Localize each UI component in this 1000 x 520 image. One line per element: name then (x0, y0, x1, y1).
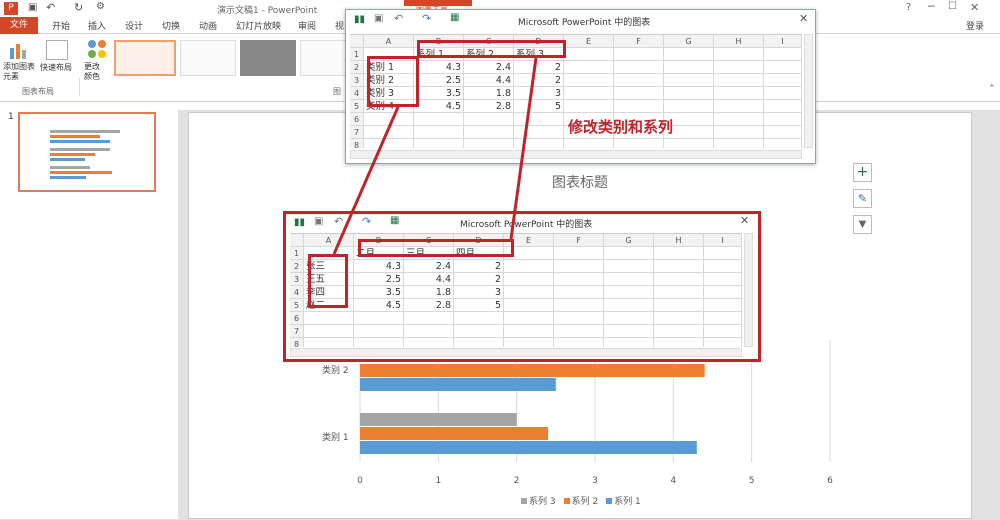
annotation-text: 修改类别和系列 (568, 118, 674, 136)
annotation-arrows (332, 57, 538, 255)
